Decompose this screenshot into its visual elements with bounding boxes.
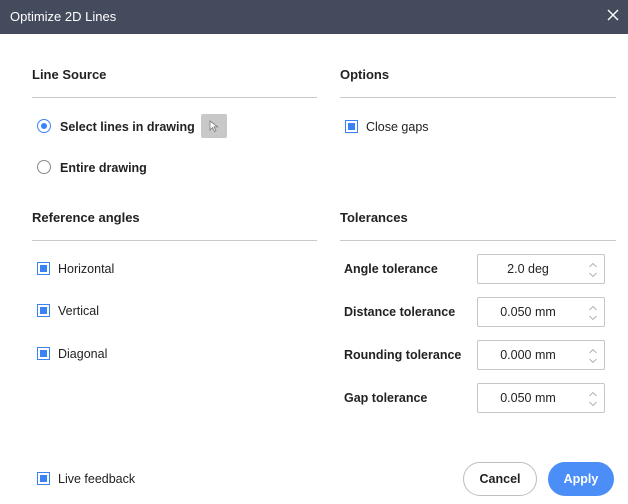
gap-tolerance-spinner[interactable]: 0.050 mm	[477, 383, 605, 413]
angle-tolerance-value[interactable]: 2.0 deg	[478, 262, 578, 276]
reference-angles-divider	[32, 240, 317, 241]
rounding-tolerance-label: Rounding tolerance	[344, 348, 462, 362]
angle-tolerance-spinner[interactable]: 2.0 deg	[477, 254, 605, 284]
tolerances-divider	[340, 240, 616, 241]
entire-drawing-radio[interactable]	[37, 160, 51, 174]
optimize-2d-lines-dialog: Optimize 2D Lines Line Source Select lin…	[0, 0, 628, 504]
spinner-arrows-icon[interactable]	[588, 303, 598, 323]
live-feedback-checkbox[interactable]	[37, 472, 50, 485]
close-gaps-checkbox[interactable]	[345, 120, 358, 133]
options-heading: Options	[340, 67, 390, 82]
rounding-tolerance-value[interactable]: 0.000 mm	[478, 348, 578, 362]
apply-button[interactable]: Apply	[548, 462, 614, 496]
distance-tolerance-spinner[interactable]: 0.050 mm	[477, 297, 605, 327]
close-icon[interactable]	[604, 6, 622, 24]
vertical-label[interactable]: Vertical	[58, 304, 99, 318]
title-bar: Optimize 2D Lines	[0, 0, 628, 34]
line-source-divider	[32, 97, 317, 98]
gap-tolerance-value[interactable]: 0.050 mm	[478, 391, 578, 405]
live-feedback-label[interactable]: Live feedback	[58, 472, 135, 486]
tolerances-heading: Tolerances	[340, 210, 408, 225]
diagonal-checkbox[interactable]	[37, 347, 50, 360]
entire-drawing-label[interactable]: Entire drawing	[60, 161, 147, 175]
cancel-button[interactable]: Cancel	[463, 462, 537, 496]
gap-tolerance-label: Gap tolerance	[344, 391, 428, 405]
close-gaps-label[interactable]: Close gaps	[366, 120, 429, 134]
cursor-select-icon	[209, 120, 219, 133]
diagonal-label[interactable]: Diagonal	[58, 347, 107, 361]
window-title: Optimize 2D Lines	[10, 9, 117, 24]
pick-lines-button[interactable]	[201, 114, 227, 138]
rounding-tolerance-spinner[interactable]: 0.000 mm	[477, 340, 605, 370]
reference-angles-heading: Reference angles	[32, 210, 140, 225]
spinner-arrows-icon[interactable]	[588, 346, 598, 366]
horizontal-checkbox[interactable]	[37, 262, 50, 275]
distance-tolerance-label: Distance tolerance	[344, 305, 456, 319]
horizontal-label[interactable]: Horizontal	[58, 262, 114, 276]
distance-tolerance-value[interactable]: 0.050 mm	[478, 305, 578, 319]
line-source-heading: Line Source	[32, 67, 107, 82]
vertical-checkbox[interactable]	[37, 304, 50, 317]
spinner-arrows-icon[interactable]	[588, 389, 598, 409]
options-divider	[340, 97, 616, 98]
select-lines-label[interactable]: Select lines in drawing	[60, 120, 195, 134]
spinner-arrows-icon[interactable]	[588, 260, 598, 280]
select-lines-radio[interactable]	[37, 119, 51, 133]
angle-tolerance-label: Angle tolerance	[344, 262, 438, 276]
